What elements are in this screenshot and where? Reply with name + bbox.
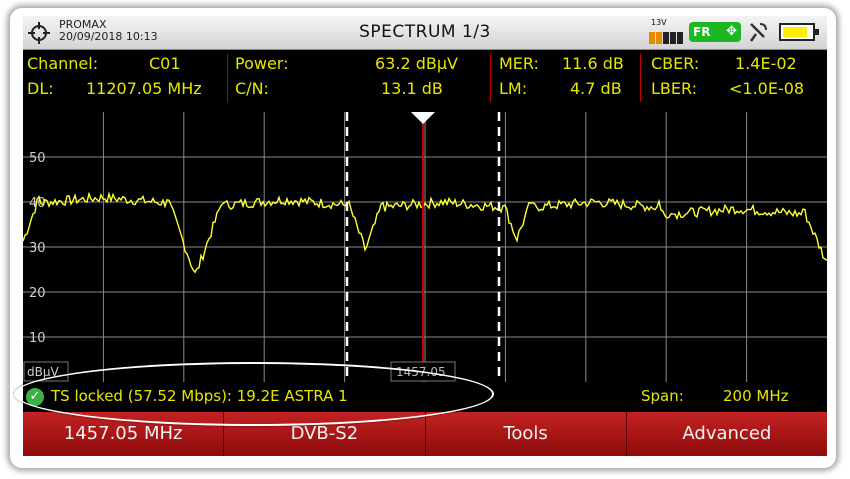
fr-label: FR bbox=[693, 25, 711, 39]
separator bbox=[227, 54, 228, 102]
lm-label: LM: bbox=[499, 79, 528, 98]
y-tick-label: 20 bbox=[29, 286, 46, 301]
tools-button[interactable]: Tools bbox=[425, 412, 627, 456]
separator bbox=[640, 54, 641, 102]
lber-label: LBER: bbox=[651, 79, 698, 98]
span-label: Span: bbox=[641, 387, 684, 405]
highlight-oval bbox=[14, 362, 494, 426]
voltage-level-bars bbox=[649, 29, 683, 44]
spectrum-plot[interactable]: 50 40 30 20 10 dBµV 1457.05 bbox=[23, 112, 827, 382]
spectrum-svg[interactable]: 5040302010dBµV 1457.05 bbox=[23, 112, 827, 382]
cber-value: 1.4E-02 bbox=[735, 54, 797, 73]
channel-value: C01 bbox=[149, 54, 181, 73]
span-value: 200 MHz bbox=[723, 387, 789, 405]
battery-icon bbox=[779, 23, 819, 41]
dl-label: DL: bbox=[27, 79, 54, 98]
dl-value: 11207.05 MHz bbox=[86, 79, 202, 98]
channel-label: Channel: bbox=[27, 54, 99, 73]
move-arrows-icon: ✥ bbox=[726, 24, 737, 39]
power-value: 63.2 dBµV bbox=[375, 54, 458, 73]
power-label: Power: bbox=[235, 54, 289, 73]
y-tick-label: 50 bbox=[29, 151, 46, 166]
voltage-label: 13V bbox=[651, 18, 667, 27]
y-tick-label: 10 bbox=[29, 331, 46, 346]
separator bbox=[490, 54, 491, 102]
measurement-panel: Channel: C01 DL: 11207.05 MHz Power: 63.… bbox=[23, 50, 827, 104]
cn-label: C/N: bbox=[235, 79, 269, 98]
lber-value: <1.0E-08 bbox=[729, 79, 805, 98]
mer-value: 11.6 dB bbox=[562, 54, 624, 73]
marker-triangle-icon bbox=[411, 112, 435, 124]
y-tick-label: 30 bbox=[29, 241, 46, 256]
cber-label: CBER: bbox=[651, 54, 700, 73]
lm-value: 4.7 dB bbox=[570, 79, 622, 98]
antenna-icon bbox=[749, 23, 767, 42]
fr-badge[interactable]: FR ✥ bbox=[689, 22, 741, 42]
title-bar: PROMAX 20/09/2018 10:13 SPECTRUM 1/3 13V… bbox=[23, 16, 827, 50]
mer-label: MER: bbox=[499, 54, 539, 73]
advanced-button[interactable]: Advanced bbox=[626, 412, 827, 456]
cn-value: 13.1 dB bbox=[381, 79, 443, 98]
